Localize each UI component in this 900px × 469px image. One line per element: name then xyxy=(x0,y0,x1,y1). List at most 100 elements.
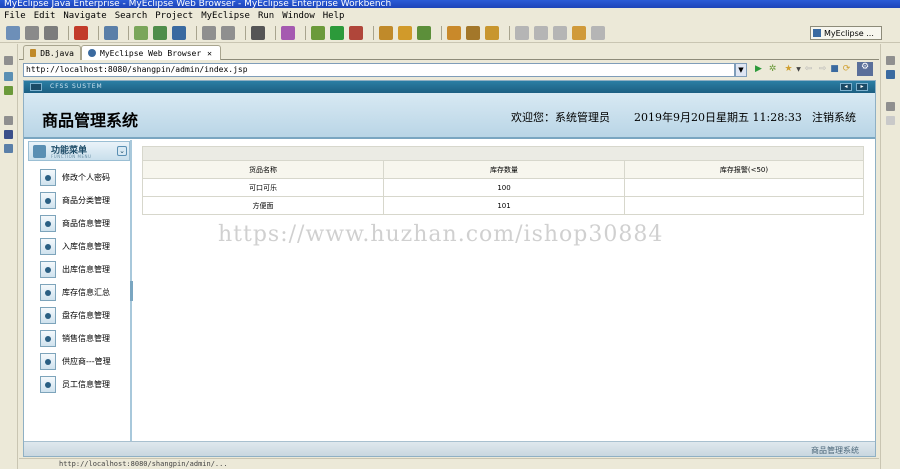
toolbar-separator xyxy=(68,25,69,40)
status-bar: http://localhost:8080/shangpin/admin/... xyxy=(19,458,879,469)
menu-help[interactable]: Help xyxy=(319,11,349,21)
copy-icon[interactable] xyxy=(221,25,235,40)
pencil-icon[interactable] xyxy=(466,25,480,40)
go-icon[interactable]: ▶ xyxy=(753,64,764,75)
open-type-icon[interactable] xyxy=(74,25,88,40)
table-row: 可口可乐 100 xyxy=(142,178,864,197)
sidebar-item-change-password[interactable]: 修改个人密码 xyxy=(40,167,132,187)
print-icon[interactable] xyxy=(44,25,58,40)
url-input[interactable]: http://localhost:8080/shangpin/admin/ind… xyxy=(23,63,735,77)
user-icon xyxy=(40,237,56,255)
menu-file[interactable]: File xyxy=(0,11,30,21)
run-icon[interactable] xyxy=(330,25,344,40)
outline-icon[interactable] xyxy=(4,130,13,139)
menu-bar: File Edit Navigate Search Project MyEcli… xyxy=(0,9,900,23)
external-tools-icon[interactable] xyxy=(349,25,363,40)
sidebar-item-label: 销售信息管理 xyxy=(62,333,110,343)
close-tab-icon[interactable]: ✕ xyxy=(207,49,212,58)
debug-page-icon[interactable]: ✲ xyxy=(767,64,778,75)
browser-settings-icon[interactable]: ⚙ xyxy=(857,62,873,76)
new-class-icon[interactable] xyxy=(398,25,412,40)
sidebar-item-category[interactable]: 商品分类管理 xyxy=(40,190,132,210)
welcome-text: 欢迎您：系统管理员 xyxy=(511,111,610,124)
restore-icon[interactable] xyxy=(4,56,13,65)
server-icon[interactable] xyxy=(104,25,118,40)
menu-myeclipse[interactable]: MyEclipse xyxy=(197,11,254,21)
menu-edit[interactable]: Edit xyxy=(30,11,60,21)
menu-window[interactable]: Window xyxy=(278,11,319,21)
prev-annotation-icon[interactable] xyxy=(534,25,548,40)
browser-address-row: http://localhost:8080/shangpin/admin/ind… xyxy=(19,61,879,79)
cell-alert xyxy=(624,196,864,215)
user-icon xyxy=(40,168,56,186)
url-history-dropdown[interactable]: ▼ xyxy=(735,63,747,77)
menu-run[interactable]: Run xyxy=(254,11,278,21)
right-trim-bar xyxy=(880,44,900,469)
forward-icon[interactable]: ⇨ xyxy=(817,64,828,75)
servers-icon[interactable] xyxy=(4,144,13,153)
refresh-icon[interactable]: ⟳ xyxy=(841,64,852,75)
run-server-icon[interactable] xyxy=(153,25,167,40)
next-arrow-icon[interactable]: ▸ xyxy=(856,83,868,91)
perspective-icon xyxy=(813,29,821,37)
restore-icon[interactable] xyxy=(886,102,895,111)
clipboard-icon[interactable] xyxy=(202,25,216,40)
next-annotation-icon[interactable] xyxy=(515,25,529,40)
last-edit-icon[interactable] xyxy=(553,25,567,40)
sidebar-item-sales[interactable]: 销售信息管理 xyxy=(40,328,132,348)
open-folder-icon[interactable] xyxy=(447,25,461,40)
hierarchy-icon[interactable] xyxy=(4,86,13,95)
sidebar-splitter-handle[interactable] xyxy=(130,281,133,301)
logout-link[interactable]: 注销系统 xyxy=(812,109,856,125)
outline-view-icon[interactable] xyxy=(886,70,895,79)
globe-icon[interactable] xyxy=(172,25,186,40)
back-arrow-icon[interactable] xyxy=(572,25,586,40)
sidebar-item-label: 员工信息管理 xyxy=(62,379,110,389)
table-header-row: 货品名称 库存数量 库存报警(<50) xyxy=(142,160,864,179)
refresh-icon[interactable] xyxy=(417,25,431,40)
menu-search[interactable]: Search xyxy=(111,11,152,21)
cell-alert xyxy=(624,178,864,197)
tab-db-java[interactable]: DB.java xyxy=(23,45,81,60)
cell-quantity: 101 xyxy=(383,196,625,215)
sidebar-item-label: 商品分类管理 xyxy=(62,195,110,205)
main-panel: 货品名称 库存数量 库存报警(<50) 可口可乐 100 方便面 101 xyxy=(134,140,875,441)
console-icon[interactable] xyxy=(886,116,895,125)
sidebar-item-outbound[interactable]: 出库信息管理 xyxy=(40,259,132,279)
annotation-icon[interactable] xyxy=(485,25,499,40)
sidebar-header: 功能菜单 FUNCTION MENU ⌄ xyxy=(28,141,130,161)
collapse-chevron-icon[interactable]: ⌄ xyxy=(117,146,127,156)
sidebar-item-supplier[interactable]: 供应商---管理 xyxy=(40,351,132,371)
new-package-icon[interactable] xyxy=(379,25,393,40)
save-icon[interactable] xyxy=(25,25,39,40)
editor-tab-bar: DB.java MyEclipse Web Browser ✕ xyxy=(19,44,879,60)
restore-icon[interactable] xyxy=(4,116,13,125)
main-toolbar: MyEclipse ... xyxy=(0,23,900,43)
sidebar-item-inbound[interactable]: 入库信息管理 xyxy=(40,236,132,256)
sidebar-item-product[interactable]: 商品信息管理 xyxy=(40,213,132,233)
package-explorer-icon[interactable] xyxy=(4,72,13,81)
sidebar-item-label: 入库信息管理 xyxy=(62,241,110,251)
sidebar-item-employee[interactable]: 员工信息管理 xyxy=(40,374,132,394)
stop-icon[interactable]: ■ xyxy=(829,64,840,75)
restore-icon[interactable] xyxy=(886,56,895,65)
menu-project[interactable]: Project xyxy=(151,11,197,21)
menu-folder-icon xyxy=(33,145,46,158)
sidebar-item-inventory[interactable]: 盘存信息管理 xyxy=(40,305,132,325)
palette-icon[interactable] xyxy=(281,25,295,40)
perspective-label: MyEclipse ... xyxy=(824,28,874,38)
table-row: 方便面 101 xyxy=(142,196,864,215)
tab-web-browser[interactable]: MyEclipse Web Browser ✕ xyxy=(81,45,221,60)
sidebar-item-stock-summary[interactable]: 库存信息汇总 xyxy=(40,282,132,302)
debug-icon[interactable] xyxy=(311,25,325,40)
menu-navigate[interactable]: Navigate xyxy=(59,11,110,21)
user-icon xyxy=(40,352,56,370)
app-logo-icon xyxy=(30,83,42,91)
new-icon[interactable] xyxy=(6,25,20,40)
perspective-switcher[interactable]: MyEclipse ... xyxy=(810,26,882,40)
back-icon[interactable]: ⇦ xyxy=(803,64,814,75)
forward-arrow-icon[interactable] xyxy=(591,25,605,40)
monitor-icon[interactable] xyxy=(251,25,265,40)
prev-arrow-icon[interactable]: ◂ xyxy=(840,83,852,91)
deploy-icon[interactable] xyxy=(134,25,148,40)
